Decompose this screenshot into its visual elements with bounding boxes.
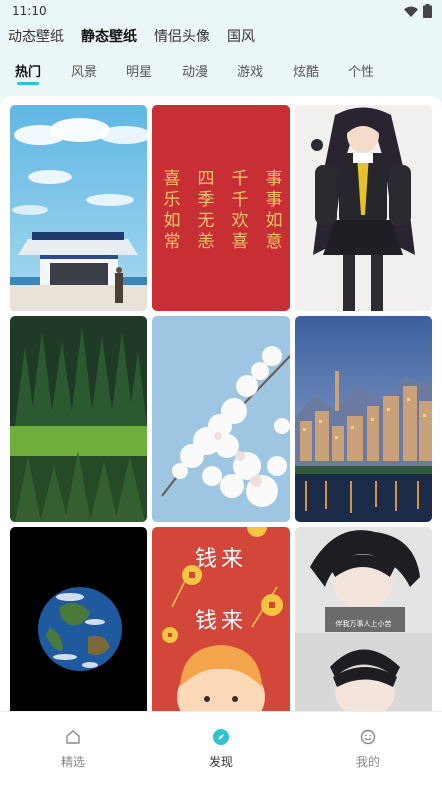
home-icon: [66, 730, 80, 744]
wifi-icon: [404, 6, 418, 17]
subtab-anime[interactable]: 动漫: [182, 61, 208, 80]
wallpaper-red-calligraphy[interactable]: 事事如意 千千欢喜 四季无恙 喜乐如常: [152, 105, 290, 311]
nav-featured-label: 精选: [60, 755, 85, 769]
calligraphy-column-2: 千千欢喜: [227, 169, 248, 253]
tab-couple-avatar[interactable]: 情侣头像: [154, 26, 210, 46]
active-tab-indicator: [17, 82, 39, 85]
nav-featured[interactable]: 精选: [33, 726, 113, 770]
category-tabs: 动态壁纸 静态壁纸 情侣头像 国风: [8, 26, 255, 46]
wallpaper-forest[interactable]: [10, 316, 147, 522]
calligraphy-column-3: 四季无恙: [193, 169, 214, 253]
wallpaper-anime-boy[interactable]: 伴我万事人上小苦: [295, 527, 432, 711]
wallpaper-blossom[interactable]: [152, 316, 290, 522]
status-time: 11:10: [12, 4, 47, 18]
status-bar: 11:10: [0, 0, 442, 22]
tab-guofeng[interactable]: 国风: [227, 26, 255, 46]
calligraphy-column-1: 事事如意: [261, 169, 282, 253]
wallpaper-feed[interactable]: 事事如意 千千欢喜 四季无恙 喜乐如常 钱来 钱来 伴我万事人上小苦: [0, 96, 442, 711]
subtab-star[interactable]: 明星: [126, 61, 152, 80]
subtab-cool[interactable]: 炫酷: [293, 61, 319, 80]
bottom-nav: 精选 发现 我的: [0, 711, 442, 786]
subtab-scenery[interactable]: 风景: [71, 61, 97, 80]
subtab-personality[interactable]: 个性: [348, 61, 374, 80]
calligraphy-column-4: 喜乐如常: [159, 169, 180, 253]
nav-discover-label: 发现: [208, 755, 233, 769]
wallpaper-grid: 事事如意 千千欢喜 四季无恙 喜乐如常 钱来 钱来 伴我万事人上小苦: [10, 105, 432, 711]
status-icons: [404, 4, 432, 18]
nav-mine[interactable]: 我的: [328, 726, 408, 770]
nav-discover[interactable]: 发现: [181, 726, 261, 770]
wallpaper-earth[interactable]: [10, 527, 147, 711]
subtab-hot[interactable]: 热门: [15, 61, 41, 80]
wallpaper-beach-hut[interactable]: [10, 105, 147, 311]
sub-tabs: 热门 风景 明星 动漫 游戏 炫酷 个性: [0, 59, 442, 89]
compass-icon: [213, 729, 229, 745]
wallpaper-money-coming[interactable]: 钱来 钱来: [152, 527, 290, 711]
wallpaper-anime-girl[interactable]: [295, 105, 432, 311]
tab-dynamic-wallpaper[interactable]: 动态壁纸: [8, 26, 64, 46]
battery-icon: [423, 4, 432, 18]
smile-icon: [360, 729, 376, 745]
anime-boy-caption: 伴我万事人上小苦: [335, 620, 392, 628]
wallpaper-city-night[interactable]: [295, 316, 432, 522]
subtab-game[interactable]: 游戏: [237, 61, 263, 80]
tab-static-wallpaper[interactable]: 静态壁纸: [81, 26, 137, 46]
nav-mine-label: 我的: [355, 755, 380, 769]
